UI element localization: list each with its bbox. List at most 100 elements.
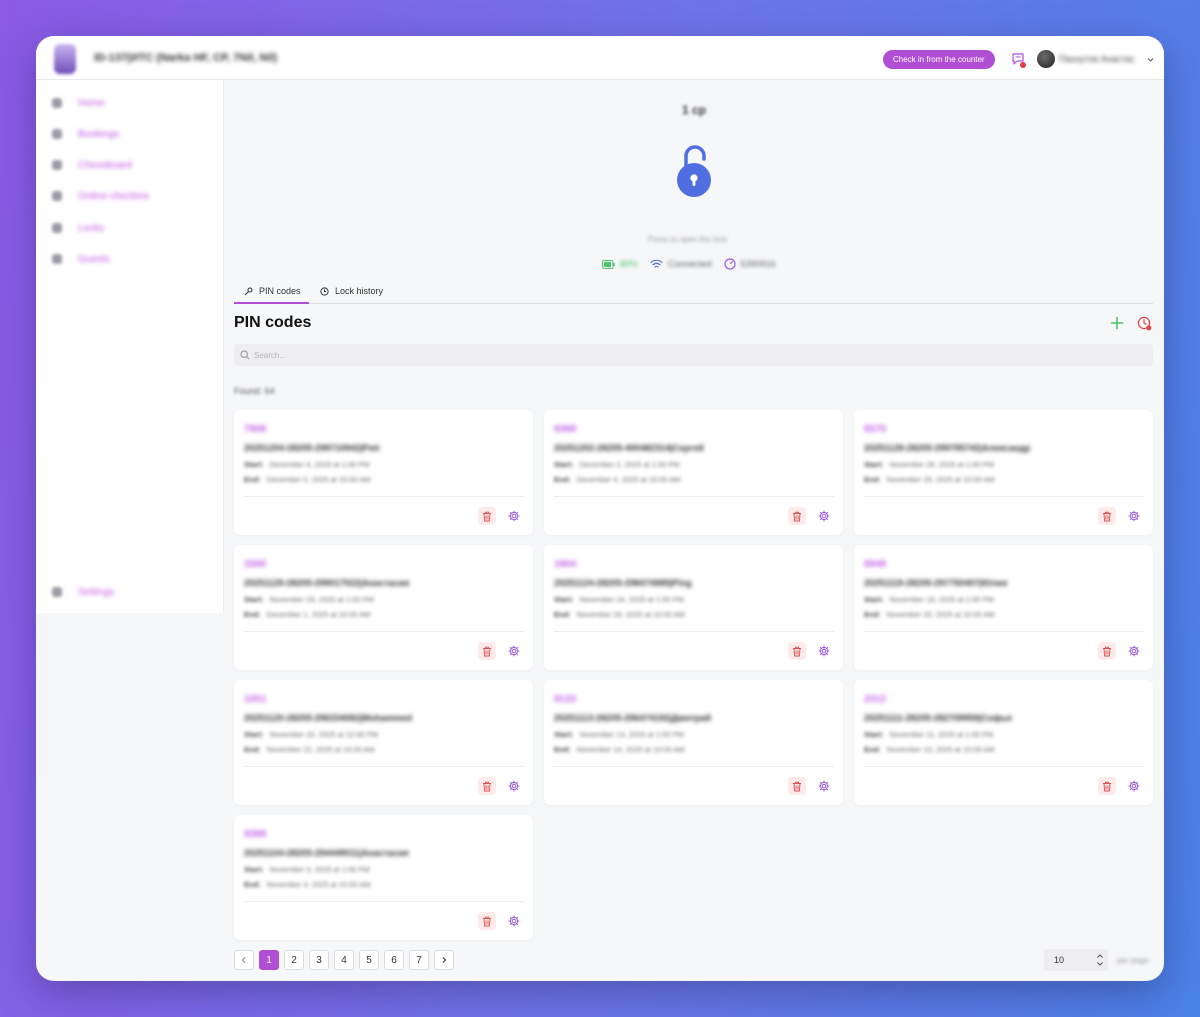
pagination: 1 2 3 4 5 6 7 xyxy=(234,950,459,970)
start-label: Start: xyxy=(864,595,884,604)
delete-button[interactable] xyxy=(478,642,496,660)
end-value: November 13, 2025 at 10:00 AM xyxy=(886,745,995,754)
sidebar-item-guests[interactable]: Guests xyxy=(52,252,110,266)
trash-icon xyxy=(1103,646,1111,656)
end-row: End: November 29, 2025 at 10:00 AM xyxy=(864,475,995,484)
start-value: November 19, 2025 at 1:00 PM xyxy=(889,595,994,604)
sidebar-item-locks[interactable]: Locks xyxy=(52,221,104,235)
booking-name: 20251120-28205-296334082|Mohammed xyxy=(244,713,413,723)
page-button[interactable]: 1 xyxy=(259,950,279,970)
start-label: Start: xyxy=(864,460,884,469)
end-value: November 29, 2025 at 10:00 AM xyxy=(886,475,995,484)
sidebar-item-label: Guests xyxy=(78,253,110,265)
calendar-icon xyxy=(52,129,62,139)
sidebar-item-label: Online-checkins xyxy=(78,190,150,202)
delete-button[interactable] xyxy=(1098,642,1116,660)
gear-icon xyxy=(1128,510,1140,522)
card-icon xyxy=(52,191,62,201)
settings-button[interactable] xyxy=(505,507,523,525)
per-page-stepper[interactable]: 10 xyxy=(1044,949,1108,971)
clock-alert-icon[interactable] xyxy=(1137,316,1152,331)
search-icon xyxy=(240,350,250,360)
booking-name: 20251124-28205-298474985|Ping xyxy=(554,578,692,588)
sidebar-item-bookings[interactable]: Bookings xyxy=(52,127,119,141)
start-value: November 28, 2025 at 1:00 PM xyxy=(889,460,994,469)
tab-label: PIN codes xyxy=(259,286,301,296)
page-button[interactable]: 6 xyxy=(384,950,404,970)
settings-button[interactable] xyxy=(815,777,833,795)
end-label: End: xyxy=(864,475,881,484)
sidebar-item-online-checkins[interactable]: Online-checkins xyxy=(52,189,149,203)
delete-button[interactable] xyxy=(1098,777,1116,795)
pin-code: 2312 xyxy=(864,694,887,705)
start-label: Start: xyxy=(554,730,574,739)
lock-code-status: 5390916 xyxy=(723,258,776,270)
prev-page-button[interactable] xyxy=(234,950,254,970)
delete-button[interactable] xyxy=(478,777,496,795)
next-page-button[interactable] xyxy=(434,950,454,970)
trash-icon xyxy=(483,511,491,521)
add-icon[interactable] xyxy=(1110,316,1124,330)
settings-button[interactable] xyxy=(815,642,833,660)
pin-card: 1904 20251124-28205-298474985|Ping Start: N… xyxy=(544,545,843,670)
app-logo[interactable] xyxy=(54,44,76,74)
delete-button[interactable] xyxy=(1098,507,1116,525)
page-button[interactable]: 3 xyxy=(309,950,329,970)
chevron-left-icon xyxy=(241,957,246,963)
settings-button[interactable] xyxy=(505,777,523,795)
delete-button[interactable] xyxy=(788,777,806,795)
settings-button[interactable] xyxy=(1125,507,1143,525)
gear-icon xyxy=(52,587,62,597)
page-button[interactable]: 5 xyxy=(359,950,379,970)
trash-icon xyxy=(483,646,491,656)
page-button[interactable]: 7 xyxy=(409,950,429,970)
trash-icon xyxy=(1103,781,1111,791)
gauge-icon xyxy=(723,258,736,270)
unlock-icon[interactable] xyxy=(675,143,715,199)
sidebar-item-home[interactable]: Home xyxy=(52,96,105,110)
settings-button[interactable] xyxy=(815,507,833,525)
stepper-arrows-icon[interactable] xyxy=(1096,952,1104,968)
end-row: End: December 4, 2025 at 10:00 AM xyxy=(554,475,681,484)
start-row: Start: November 3, 2025 at 1:00 PM xyxy=(244,865,370,874)
end-value: November 4, 2025 at 10:00 AM xyxy=(266,880,371,889)
page-button[interactable]: 2 xyxy=(284,950,304,970)
trash-icon xyxy=(483,781,491,791)
sidebar-item-chessboard[interactable]: Chessboard xyxy=(52,158,132,172)
trash-icon xyxy=(793,511,801,521)
delete-button[interactable] xyxy=(788,507,806,525)
start-row: Start: November 19, 2025 at 1:00 PM xyxy=(864,595,994,604)
page-button[interactable]: 4 xyxy=(334,950,354,970)
settings-button[interactable] xyxy=(1125,642,1143,660)
end-label: End: xyxy=(244,745,261,754)
delete-button[interactable] xyxy=(788,642,806,660)
gear-icon xyxy=(508,510,520,522)
gear-icon xyxy=(1128,780,1140,792)
gear-icon xyxy=(508,915,520,927)
start-value: November 11, 2025 at 1:00 PM xyxy=(889,730,994,739)
search-input[interactable] xyxy=(254,347,1134,363)
delete-button[interactable] xyxy=(478,912,496,930)
start-label: Start: xyxy=(244,595,264,604)
sidebar-item-settings[interactable]: Settings xyxy=(52,585,114,599)
check-in-button[interactable]: Check in from the counter xyxy=(883,50,995,69)
settings-button[interactable] xyxy=(505,642,523,660)
settings-button[interactable] xyxy=(1125,777,1143,795)
start-label: Start: xyxy=(554,595,574,604)
end-value: December 4, 2025 at 10:00 AM xyxy=(576,475,681,484)
chevron-down-icon[interactable] xyxy=(1146,55,1155,64)
user-icon xyxy=(52,254,62,264)
end-label: End: xyxy=(244,610,261,619)
sidebar-item-label: Locks xyxy=(78,222,105,234)
notification-dot xyxy=(1020,62,1026,68)
pin-card: 7908 20251204-28205-299710942|Petr Start: D… xyxy=(234,410,533,535)
delete-button[interactable] xyxy=(478,507,496,525)
start-row: Start: November 13, 2025 at 1:00 PM xyxy=(554,730,684,739)
tab-lock-history[interactable]: Lock history xyxy=(320,286,383,296)
tab-pin-codes[interactable]: PIN codes xyxy=(244,286,301,296)
start-value: December 4, 2025 at 1:00 PM xyxy=(269,460,370,469)
avatar[interactable] xyxy=(1037,50,1055,68)
user-name[interactable]: Пахнутов Анастас xyxy=(1059,54,1135,64)
settings-button[interactable] xyxy=(505,912,523,930)
end-label: End: xyxy=(864,610,881,619)
